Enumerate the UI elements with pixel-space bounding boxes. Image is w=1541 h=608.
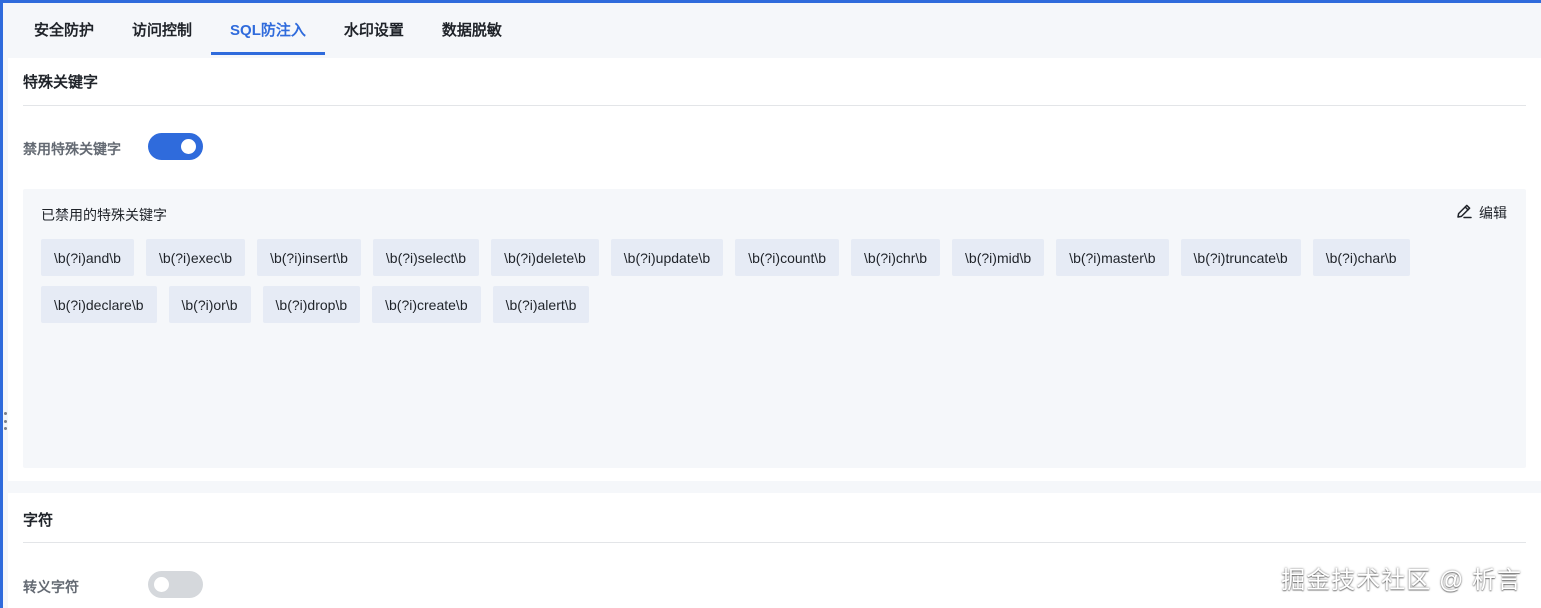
edit-label: 编辑: [1479, 204, 1507, 221]
tab-data-masking[interactable]: 数据脱敏: [423, 3, 521, 55]
section-divider: [23, 105, 1526, 106]
watermark-text: 掘金技术社区 @ 析言: [1281, 567, 1522, 594]
keyword-tag: \b(?i)drop\b: [262, 286, 361, 323]
tab-bar: 安全防护 访问控制 SQL防注入 水印设置 数据脱敏: [15, 3, 521, 55]
keyword-tag: \b(?i)count\b: [735, 239, 840, 276]
disabled-keywords-label: 已禁用的特殊关键字: [41, 207, 167, 223]
keyword-tag: \b(?i)and\b: [41, 239, 134, 276]
tab-watermark-settings[interactable]: 水印设置: [325, 3, 423, 55]
tab-security-protection[interactable]: 安全防护: [15, 3, 113, 55]
resize-handle[interactable]: [4, 412, 7, 430]
section-divider: [23, 542, 1526, 543]
keyword-tag: \b(?i)update\b: [610, 239, 724, 276]
section-title-characters: 字符: [23, 512, 54, 529]
pencil-icon: [1455, 202, 1473, 223]
special-keywords-panel: 特殊关键字 禁用特殊关键字 已禁用的特殊关键字 编辑 \b(?i)and\b \…: [8, 58, 1541, 481]
keyword-tag: \b(?i)insert\b: [257, 239, 361, 276]
switch-knob: [154, 577, 169, 592]
tab-sql-injection[interactable]: SQL防注入: [211, 3, 325, 55]
disabled-keywords-box: 已禁用的特殊关键字 编辑 \b(?i)and\b \b(?i)exec\b \b…: [23, 189, 1526, 468]
keyword-tag: \b(?i)exec\b: [145, 239, 246, 276]
keyword-tag: \b(?i)master\b: [1056, 239, 1169, 276]
escape-characters-label: 转义字符: [23, 579, 79, 595]
edit-button[interactable]: 编辑: [1455, 202, 1507, 223]
tab-access-control[interactable]: 访问控制: [113, 3, 211, 55]
keyword-tag-list: \b(?i)and\b \b(?i)exec\b \b(?i)insert\b …: [41, 239, 1511, 323]
keyword-tag: \b(?i)select\b: [372, 239, 480, 276]
keyword-tag: \b(?i)char\b: [1312, 239, 1410, 276]
keyword-tag: \b(?i)truncate\b: [1180, 239, 1301, 276]
keyword-tag: \b(?i)chr\b: [851, 239, 941, 276]
left-accent-bar: [0, 0, 3, 608]
keyword-tag: \b(?i)delete\b: [491, 239, 599, 276]
disable-keywords-switch[interactable]: [148, 133, 203, 160]
keyword-tag: \b(?i)create\b: [372, 286, 481, 323]
escape-characters-switch[interactable]: [148, 571, 203, 598]
keyword-tag: \b(?i)declare\b: [41, 286, 157, 323]
keyword-tag: \b(?i)or\b: [168, 286, 251, 323]
switch-knob: [181, 139, 196, 154]
keyword-tag: \b(?i)alert\b: [492, 286, 590, 323]
keyword-tag: \b(?i)mid\b: [952, 239, 1045, 276]
section-title-keywords: 特殊关键字: [23, 74, 99, 91]
disable-keywords-label: 禁用特殊关键字: [23, 141, 121, 157]
